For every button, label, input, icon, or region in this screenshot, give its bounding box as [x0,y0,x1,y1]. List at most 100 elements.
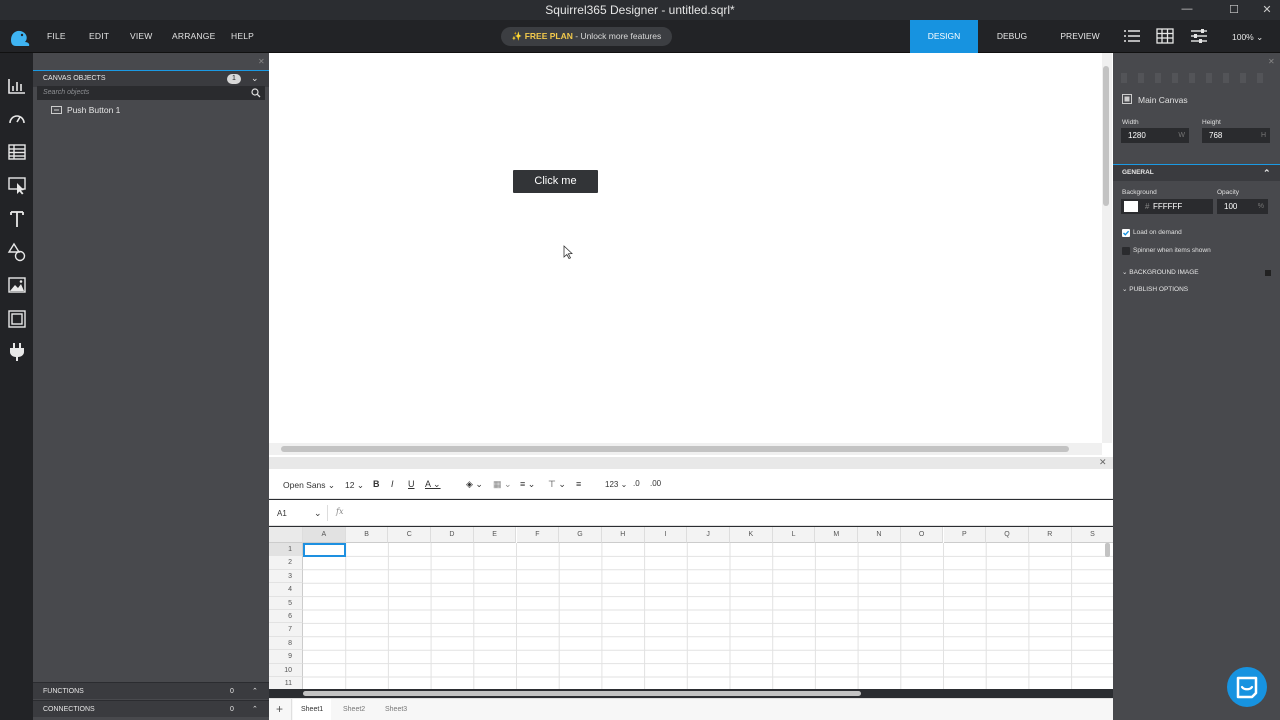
column-header[interactable]: Q [986,527,1029,543]
row-header[interactable]: 1 [269,543,303,557]
tab-debug[interactable]: DEBUG [978,20,1046,53]
align-left-icon[interactable]: ≡ ⌄ [520,479,535,490]
chevron-up-icon[interactable]: ⌃ [252,701,258,718]
maximize-icon[interactable]: ☐ [1221,3,1247,16]
spreadsheet-grid[interactable]: ABCDEFGHIJKLMNOPQRS 1 2 3 4 5 6 7 8 9 10 11 [269,527,1113,689]
search-icon[interactable] [251,88,261,98]
design-canvas[interactable] [269,53,1113,457]
font-family-select[interactable]: Open Sans ⌄ [283,480,335,491]
shapes-icon[interactable] [7,242,27,262]
chart-icon[interactable] [7,76,27,96]
font-size-select[interactable]: 12 ⌄ [345,480,364,491]
menu-edit[interactable]: EDIT [89,31,109,41]
row-header[interactable]: 2 [269,556,303,570]
decimal-decrease-icon[interactable]: .00 [650,479,661,488]
row-header[interactable]: 8 [269,636,303,651]
add-sheet-icon[interactable]: + [276,702,283,716]
minimize-icon[interactable]: — [1174,3,1200,15]
column-header[interactable]: B [345,527,389,543]
settings-sliders-icon[interactable] [1189,27,1209,45]
image-icon[interactable] [7,275,27,295]
wrap-text-icon[interactable]: ≡ [576,479,581,489]
sheet-tab-1[interactable]: Sheet1 [293,699,332,720]
borders-icon[interactable]: ▦ ⌄ [493,479,512,490]
panel-close-icon[interactable]: ✕ [258,57,265,66]
fill-color-icon[interactable]: ◈ ⌄ [466,479,483,490]
column-header[interactable]: O [900,527,944,543]
column-header[interactable]: H [601,527,645,543]
publish-options-section[interactable]: ⌄ PUBLISH OPTIONS [1113,285,1280,293]
column-header[interactable]: F [516,527,560,543]
chevron-up-icon[interactable]: ⌃ [1263,165,1271,181]
canvas-horizontal-scroll-thumb[interactable] [281,446,1069,452]
column-header[interactable]: M [815,527,859,543]
row-header[interactable]: 6 [269,610,303,624]
chevron-down-icon[interactable]: ⌄ [251,71,259,86]
column-header[interactable]: J [687,527,730,543]
column-header[interactable]: E [473,527,517,543]
canvas-objects-header[interactable]: CANVAS OBJECTS 1 ⌄ [33,70,269,87]
width-input[interactable]: 1280 W [1121,128,1189,143]
menu-view[interactable]: VIEW [130,31,153,41]
list-view-icon[interactable] [1122,27,1142,45]
free-plan-button[interactable]: ✨ FREE PLAN - Unlock more features [501,27,672,46]
menu-help[interactable]: HELP [231,31,254,41]
text-icon[interactable] [7,209,27,229]
italic-icon[interactable]: I [391,479,394,489]
connections-plug-icon[interactable] [7,342,27,362]
search-objects-input[interactable]: Search objects [37,86,265,100]
chevron-up-icon[interactable]: ⌃ [252,683,258,700]
panel-splitter[interactable]: ✕ [269,457,1113,469]
close-icon[interactable]: ✕ [1254,3,1280,16]
functions-section[interactable]: FUNCTIONS 0 ⌃ [33,682,269,699]
zoom-dropdown[interactable]: 100% ⌄ [1232,32,1263,43]
decimal-increase-icon[interactable]: .0 [633,479,640,488]
column-header[interactable]: K [730,527,773,543]
number-format-select[interactable]: 123 ⌄ [605,480,627,489]
color-swatch[interactable] [1124,201,1138,212]
height-input[interactable]: 768 H [1202,128,1270,143]
column-header[interactable]: S [1071,527,1113,543]
sheet-tab-2[interactable]: Sheet2 [335,699,373,720]
list-item[interactable]: Push Button 1 [51,105,120,115]
row-header[interactable]: 7 [269,623,303,637]
table-icon[interactable] [7,142,27,162]
support-chat-button[interactable] [1227,667,1267,707]
connections-section[interactable]: CONNECTIONS 0 ⌃ [33,700,269,717]
general-section-header[interactable]: GENERAL ⌃ [1113,164,1280,181]
formula-input[interactable] [351,504,1101,522]
container-icon[interactable] [7,309,27,329]
tab-design[interactable]: DESIGN [910,20,978,53]
row-header[interactable]: 3 [269,569,303,584]
column-header[interactable]: I [644,527,688,543]
cell-reference-box[interactable]: A1 [277,509,287,518]
grid-vertical-scroll-thumb[interactable] [1105,543,1110,557]
row-header[interactable]: 5 [269,596,303,610]
background-image-section[interactable]: ⌄ BACKGROUND IMAGE [1113,268,1280,276]
select-all-corner[interactable] [269,527,303,543]
menu-arrange[interactable]: ARRANGE [172,31,215,41]
load-on-demand-checkbox[interactable] [1122,229,1130,237]
column-header[interactable]: L [772,527,816,543]
row-header[interactable]: 10 [269,663,303,677]
interactive-control-icon[interactable] [7,175,27,195]
grid-view-icon[interactable] [1155,27,1175,45]
opacity-input[interactable]: 100% [1217,199,1268,214]
background-color-input[interactable]: # FFFFFF [1121,199,1213,214]
row-header[interactable]: 4 [269,583,303,597]
close-spreadsheet-icon[interactable]: ✕ [1099,457,1107,468]
grid-horizontal-scroll-thumb[interactable] [303,691,861,696]
column-header[interactable]: D [431,527,474,543]
selected-cell-a1[interactable] [303,543,346,557]
canvas-vertical-scroll-thumb[interactable] [1103,66,1109,206]
sheet-tab-3[interactable]: Sheet3 [377,699,415,720]
tab-preview[interactable]: PREVIEW [1046,20,1114,53]
column-header[interactable]: N [858,527,901,543]
panel-close-icon[interactable]: ✕ [1268,57,1275,66]
column-header[interactable]: C [388,527,432,543]
alignment-toolbar[interactable] [1121,73,1273,83]
vertical-align-icon[interactable]: ⊤ ⌄ [548,479,566,490]
chevron-down-icon[interactable]: ⌄ [314,508,322,519]
bold-icon[interactable]: B [373,479,380,489]
column-header[interactable]: P [943,527,987,543]
